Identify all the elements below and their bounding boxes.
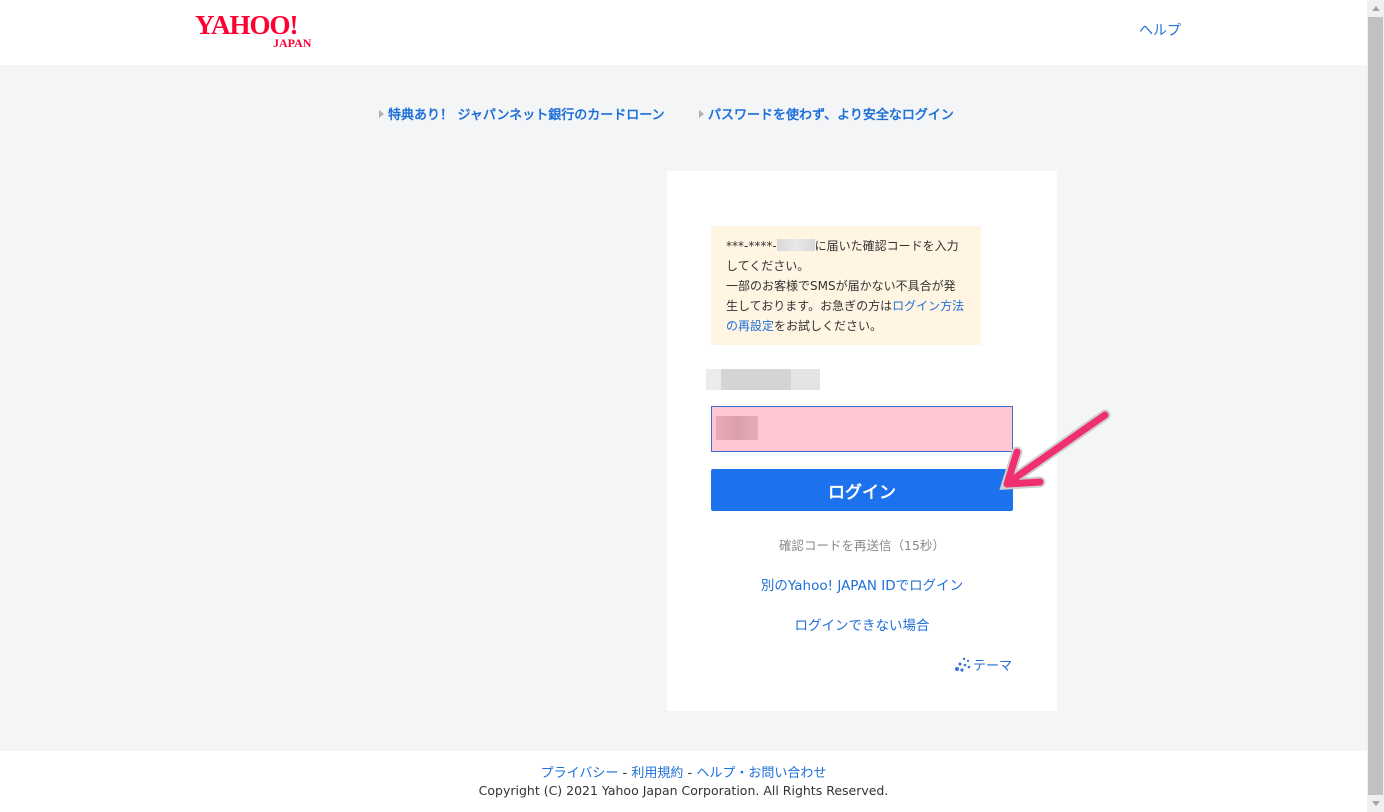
promo-label: 特典あり！ ジャパンネット銀行のカードローン <box>388 108 665 123</box>
cannot-login-link[interactable]: ログインできない場合 <box>667 614 1057 634</box>
triangle-bullet-icon <box>379 110 384 118</box>
theme-label: テーマ <box>973 659 1013 674</box>
annotation-arrow-icon <box>999 409 1111 490</box>
promo-link-passwordless[interactable]: パスワードを使わず、より安全なログイン <box>699 104 954 123</box>
site-footer: プライバシー - 利用規約 - ヘルプ・お問い合わせ Copyright (C)… <box>0 751 1367 812</box>
yahoo-japan-logo[interactable]: YAHOO! JAPAN <box>193 10 333 50</box>
notice-text-3: をお試しください。 <box>774 319 883 333</box>
triangle-bullet-icon <box>699 110 704 118</box>
redacted-code-value <box>716 416 758 440</box>
footer-separator: - <box>683 766 697 781</box>
promo-link-card-loan[interactable]: 特典あり！ ジャパンネット銀行のカードローン <box>379 104 665 123</box>
confirmation-code-input[interactable] <box>711 406 1013 452</box>
footer-help-contact-link[interactable]: ヘルプ・お問い合わせ <box>696 766 826 781</box>
redacted-user-id <box>706 369 820 390</box>
promo-label: パスワードを使わず、より安全なログイン <box>708 108 954 123</box>
scroll-thumb[interactable] <box>1368 17 1383 795</box>
logo-sub-text: JAPAN <box>273 36 312 50</box>
footer-separator: - <box>618 766 632 781</box>
sms-notice-box: ***-****- に届いた確認コードを入力してください。 一部のお客様でSMSが… <box>711 226 981 345</box>
other-id-login-link[interactable]: 別のYahoo! JAPAN IDでログイン <box>667 574 1057 594</box>
theme-icon <box>955 657 971 672</box>
copyright-text: Copyright (C) 2021 Yahoo Japan Corporati… <box>478 783 889 798</box>
footer-links: プライバシー - 利用規約 - ヘルプ・お問い合わせ <box>0 762 1367 781</box>
footer-terms-link[interactable]: 利用規約 <box>631 766 683 781</box>
vertical-scrollbar[interactable] <box>1367 0 1384 812</box>
redacted-phone-digits <box>776 239 815 251</box>
scroll-down-arrow-icon[interactable] <box>1372 801 1380 806</box>
theme-button[interactable]: テーマ <box>953 655 1012 674</box>
resend-code-label: 確認コードを再送信（15秒） <box>779 538 945 553</box>
footer-privacy-link[interactable]: プライバシー <box>541 766 619 781</box>
notice-phone-prefix: ***-****- <box>726 239 777 253</box>
login-button[interactable]: ログイン <box>711 469 1013 511</box>
header-help-link[interactable]: ヘルプ <box>1139 20 1181 40</box>
scroll-up-arrow-icon[interactable] <box>1372 6 1380 11</box>
site-header: YAHOO! JAPAN ヘルプ <box>0 0 1367 65</box>
